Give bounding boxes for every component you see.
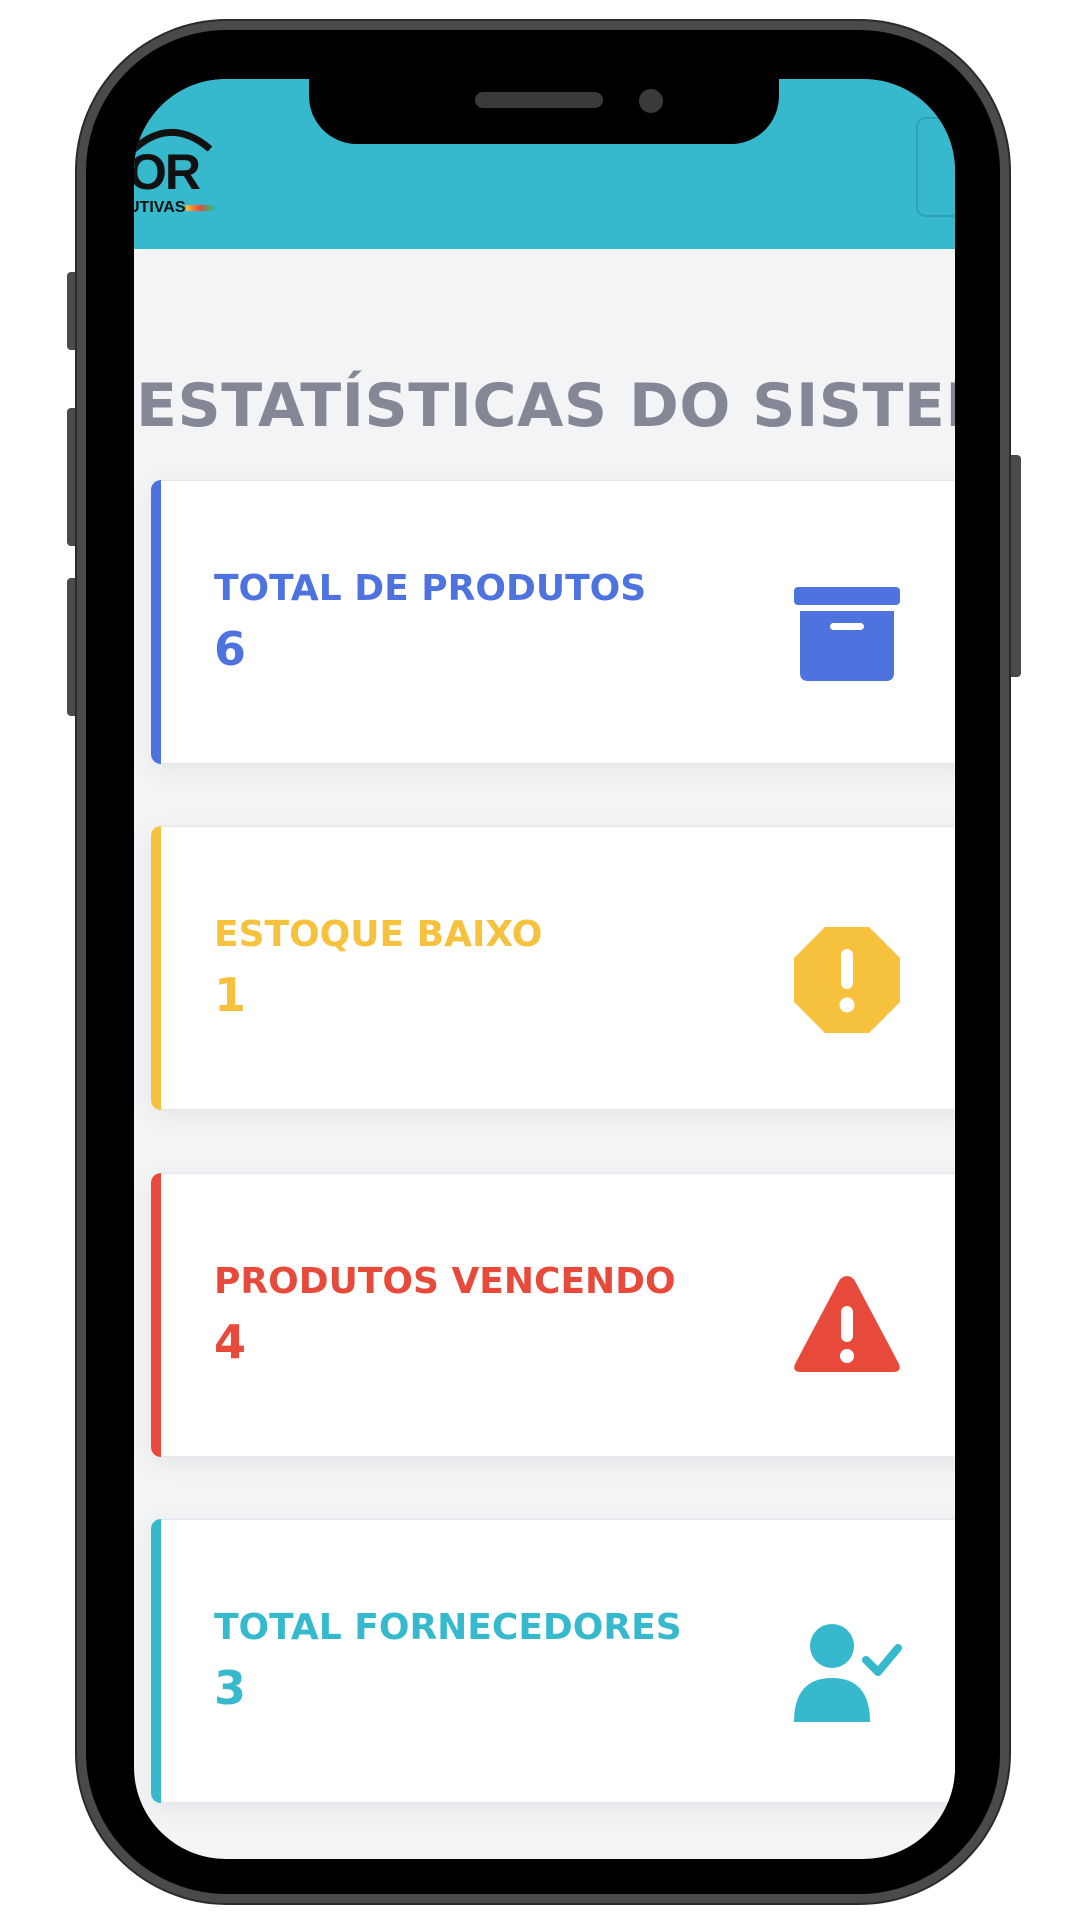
- logo-subtext: UTIVAS: [134, 199, 186, 216]
- stat-value: 1: [214, 968, 247, 1022]
- app-screen: OR UTIVAS ESTATÍSTICAS DO SISTEMA TOTAL …: [134, 79, 955, 1859]
- stat-label: TOTAL FORNECEDORES: [214, 1607, 682, 1648]
- logo-text: OR: [134, 144, 201, 200]
- stat-label: PRODUTOS VENCENDO: [214, 1261, 676, 1302]
- stat-label: TOTAL DE PRODUTOS: [214, 568, 647, 609]
- front-camera: [639, 89, 663, 113]
- user-check-icon: [794, 1624, 902, 1722]
- logo-stripe: [186, 205, 214, 211]
- navbar-toggle-button[interactable]: [916, 117, 955, 217]
- phone-notch: [309, 72, 779, 144]
- exclamation-octagon-icon: [794, 927, 900, 1033]
- stat-value: 4: [214, 1315, 247, 1369]
- stat-card-produtos-vencendo[interactable]: PRODUTOS VENCENDO 4: [151, 1173, 955, 1457]
- power-button: [1007, 455, 1021, 677]
- speaker-grille: [475, 92, 603, 108]
- stat-card-total-produtos[interactable]: TOTAL DE PRODUTOS 6: [151, 480, 955, 764]
- stat-card-estoque-baixo[interactable]: ESTOQUE BAIXO 1: [151, 826, 955, 1110]
- stat-value: 3: [214, 1661, 247, 1715]
- stat-value: 6: [214, 622, 247, 676]
- page-title: ESTATÍSTICAS DO SISTEMA: [136, 371, 955, 442]
- archive-box-icon: [794, 587, 900, 681]
- stat-label: ESTOQUE BAIXO: [214, 914, 543, 955]
- warning-triangle-icon: [794, 1276, 900, 1372]
- stat-card-total-fornecedores[interactable]: TOTAL FORNECEDORES 3: [151, 1519, 955, 1803]
- brand-logo[interactable]: OR UTIVAS: [134, 119, 228, 219]
